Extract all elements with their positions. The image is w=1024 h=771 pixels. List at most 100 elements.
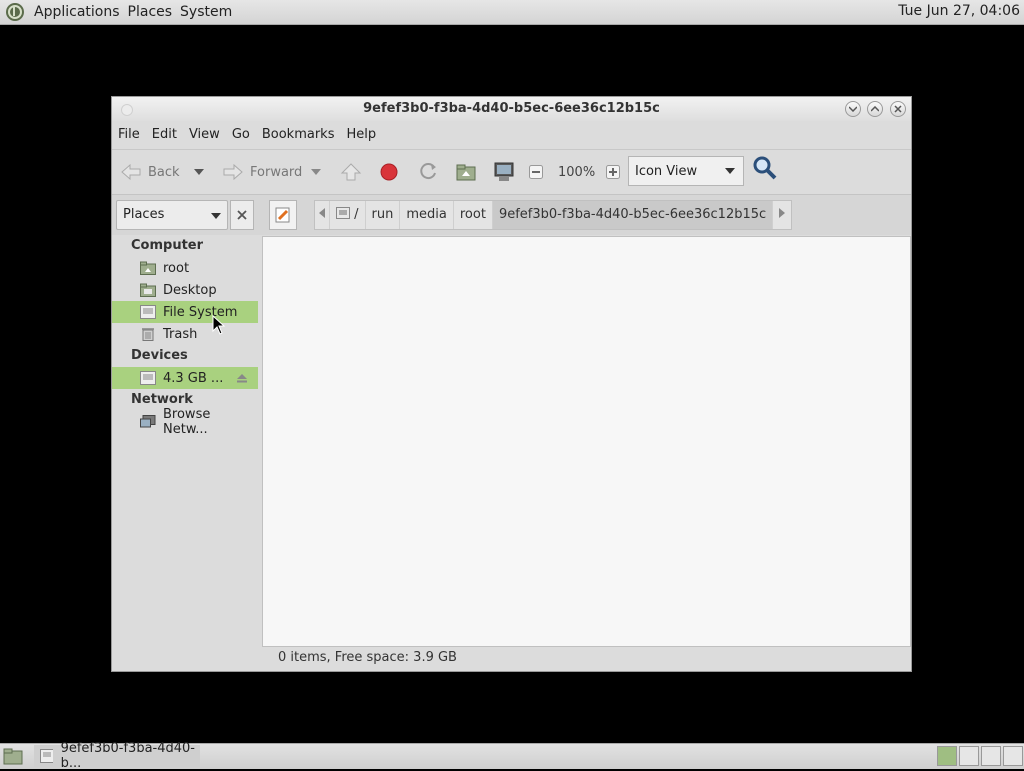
network-icon bbox=[140, 415, 156, 428]
stop-icon bbox=[380, 163, 398, 181]
system-menu[interactable]: System bbox=[176, 4, 236, 20]
breadcrumb-root[interactable]: / bbox=[330, 201, 366, 229]
sidebar-heading-devices: Devices bbox=[131, 348, 188, 363]
edit-icon bbox=[275, 207, 290, 223]
menu-bookmarks[interactable]: Bookmarks bbox=[256, 127, 341, 142]
sidebar-item-label: Trash bbox=[163, 326, 198, 342]
sidebar-item-label: Desktop bbox=[163, 282, 217, 298]
toggle-location-entry-button[interactable] bbox=[269, 200, 297, 230]
taskbar-item-file-manager[interactable]: 9efef3b0-f3ba-4d40-b... bbox=[34, 741, 200, 771]
sidepane-selector-label: Places bbox=[123, 207, 165, 222]
search-button[interactable] bbox=[752, 156, 778, 180]
reload-button[interactable] bbox=[417, 160, 439, 184]
sidepane-selector[interactable]: Places bbox=[116, 200, 228, 230]
menu-view[interactable]: View bbox=[183, 127, 226, 142]
computer-button[interactable] bbox=[493, 160, 515, 184]
sidebar-item-label: root bbox=[163, 260, 190, 276]
dropdown-arrow-icon bbox=[311, 169, 321, 175]
breadcrumb-scroll-left[interactable] bbox=[315, 201, 330, 229]
sidebar-heading-network: Network bbox=[131, 392, 193, 407]
drive-icon bbox=[140, 305, 156, 319]
back-label: Back bbox=[148, 164, 180, 180]
workspace-4[interactable] bbox=[1003, 746, 1023, 766]
chevron-right-icon bbox=[779, 208, 786, 218]
back-history-dropdown[interactable] bbox=[194, 160, 204, 184]
close-sidepane-button[interactable] bbox=[230, 200, 254, 230]
view-mode-label: Icon View bbox=[635, 163, 698, 179]
breadcrumb-run[interactable]: run bbox=[366, 201, 401, 229]
close-icon bbox=[894, 105, 902, 113]
chevron-down-icon bbox=[849, 106, 857, 112]
places-menu[interactable]: Places bbox=[124, 4, 177, 20]
eject-icon[interactable] bbox=[236, 373, 248, 383]
zoom-in-button[interactable] bbox=[606, 160, 620, 184]
sidebar-item-desktop[interactable]: Desktop bbox=[112, 279, 258, 301]
chevron-left-icon bbox=[319, 208, 325, 218]
back-button[interactable]: Back bbox=[120, 160, 180, 184]
maximize-button[interactable] bbox=[867, 101, 883, 117]
sidebar-item-root[interactable]: root bbox=[112, 257, 258, 279]
clock[interactable]: Tue Jun 27, 04:06 bbox=[898, 3, 1020, 19]
trash-icon bbox=[142, 328, 154, 341]
zoom-out-button[interactable] bbox=[529, 160, 543, 184]
file-manager-window: 9efef3b0-f3ba-4d40-b5ec-6ee36c12b15c Fil… bbox=[111, 96, 912, 672]
up-arrow-icon bbox=[340, 163, 362, 181]
back-arrow-icon bbox=[121, 163, 141, 181]
breadcrumb-root-folder[interactable]: root bbox=[454, 201, 493, 229]
drive-icon bbox=[336, 207, 350, 219]
drive-icon bbox=[140, 371, 156, 385]
toolbar: Back Forward 100% Icon View bbox=[112, 149, 911, 194]
mint-logo-icon[interactable] bbox=[4, 1, 26, 23]
up-button[interactable] bbox=[340, 160, 362, 184]
desktop-folder-icon bbox=[140, 283, 156, 297]
sidebar-item-label: File System bbox=[163, 304, 238, 320]
breadcrumb-root-label: / bbox=[354, 207, 359, 222]
close-icon bbox=[237, 210, 247, 220]
drive-icon bbox=[40, 749, 53, 763]
menu-file[interactable]: File bbox=[112, 127, 146, 142]
breadcrumb: / run media root 9efef3b0-f3ba-4d40-b5ec… bbox=[314, 200, 793, 230]
titlebar[interactable]: 9efef3b0-f3ba-4d40-b5ec-6ee36c12b15c bbox=[112, 97, 911, 121]
home-folder-icon bbox=[140, 261, 156, 275]
close-button[interactable] bbox=[890, 101, 906, 117]
zoom-in-icon bbox=[606, 165, 620, 179]
dropdown-arrow-icon bbox=[725, 168, 735, 174]
dropdown-arrow-icon bbox=[211, 213, 221, 219]
places-sidebar: Computer root Desktop File System Trash … bbox=[112, 236, 259, 670]
breadcrumb-scroll-right[interactable] bbox=[773, 201, 791, 229]
applications-menu[interactable]: Applications bbox=[30, 4, 124, 20]
file-view[interactable] bbox=[262, 236, 911, 647]
sidebar-item-device[interactable]: 4.3 GB ... bbox=[112, 367, 258, 389]
home-button[interactable] bbox=[455, 160, 477, 184]
show-desktop-icon[interactable] bbox=[3, 747, 23, 765]
workspace-1[interactable] bbox=[937, 746, 957, 766]
sidebar-item-browse-network[interactable]: Browse Netw... bbox=[112, 407, 258, 437]
view-mode-select[interactable]: Icon View bbox=[628, 156, 744, 186]
sidebar-item-label: Browse Netw... bbox=[163, 407, 211, 437]
zoom-level[interactable]: 100% bbox=[558, 160, 595, 184]
location-bar: Places / run media root 9efef3b0-f3ba-4d… bbox=[112, 194, 911, 235]
stop-button[interactable] bbox=[379, 160, 399, 184]
menu-help[interactable]: Help bbox=[340, 127, 382, 142]
breadcrumb-media[interactable]: media bbox=[400, 201, 454, 229]
forward-button[interactable]: Forward bbox=[222, 160, 302, 184]
dropdown-arrow-icon bbox=[194, 169, 204, 175]
sidebar-item-trash[interactable]: Trash bbox=[112, 323, 258, 345]
chevron-up-icon bbox=[871, 106, 879, 112]
search-icon bbox=[753, 156, 777, 180]
menu-go[interactable]: Go bbox=[226, 127, 256, 142]
forward-history-dropdown[interactable] bbox=[311, 160, 321, 184]
sidebar-item-label: 4.3 GB ... bbox=[163, 370, 224, 386]
menubar: File Edit View Go Bookmarks Help bbox=[112, 121, 911, 147]
sidebar-item-file-system[interactable]: File System bbox=[112, 301, 258, 323]
breadcrumb-current[interactable]: 9efef3b0-f3ba-4d40-b5ec-6ee36c12b15c bbox=[492, 201, 774, 229]
menu-edit[interactable]: Edit bbox=[146, 127, 183, 142]
workspace-2[interactable] bbox=[959, 746, 979, 766]
workspace-3[interactable] bbox=[981, 746, 1001, 766]
reload-icon bbox=[420, 163, 436, 180]
window-menu-icon[interactable] bbox=[121, 104, 133, 116]
zoom-out-icon bbox=[529, 165, 543, 179]
computer-icon bbox=[494, 162, 514, 181]
forward-label: Forward bbox=[250, 164, 303, 180]
minimize-button[interactable] bbox=[845, 101, 861, 117]
